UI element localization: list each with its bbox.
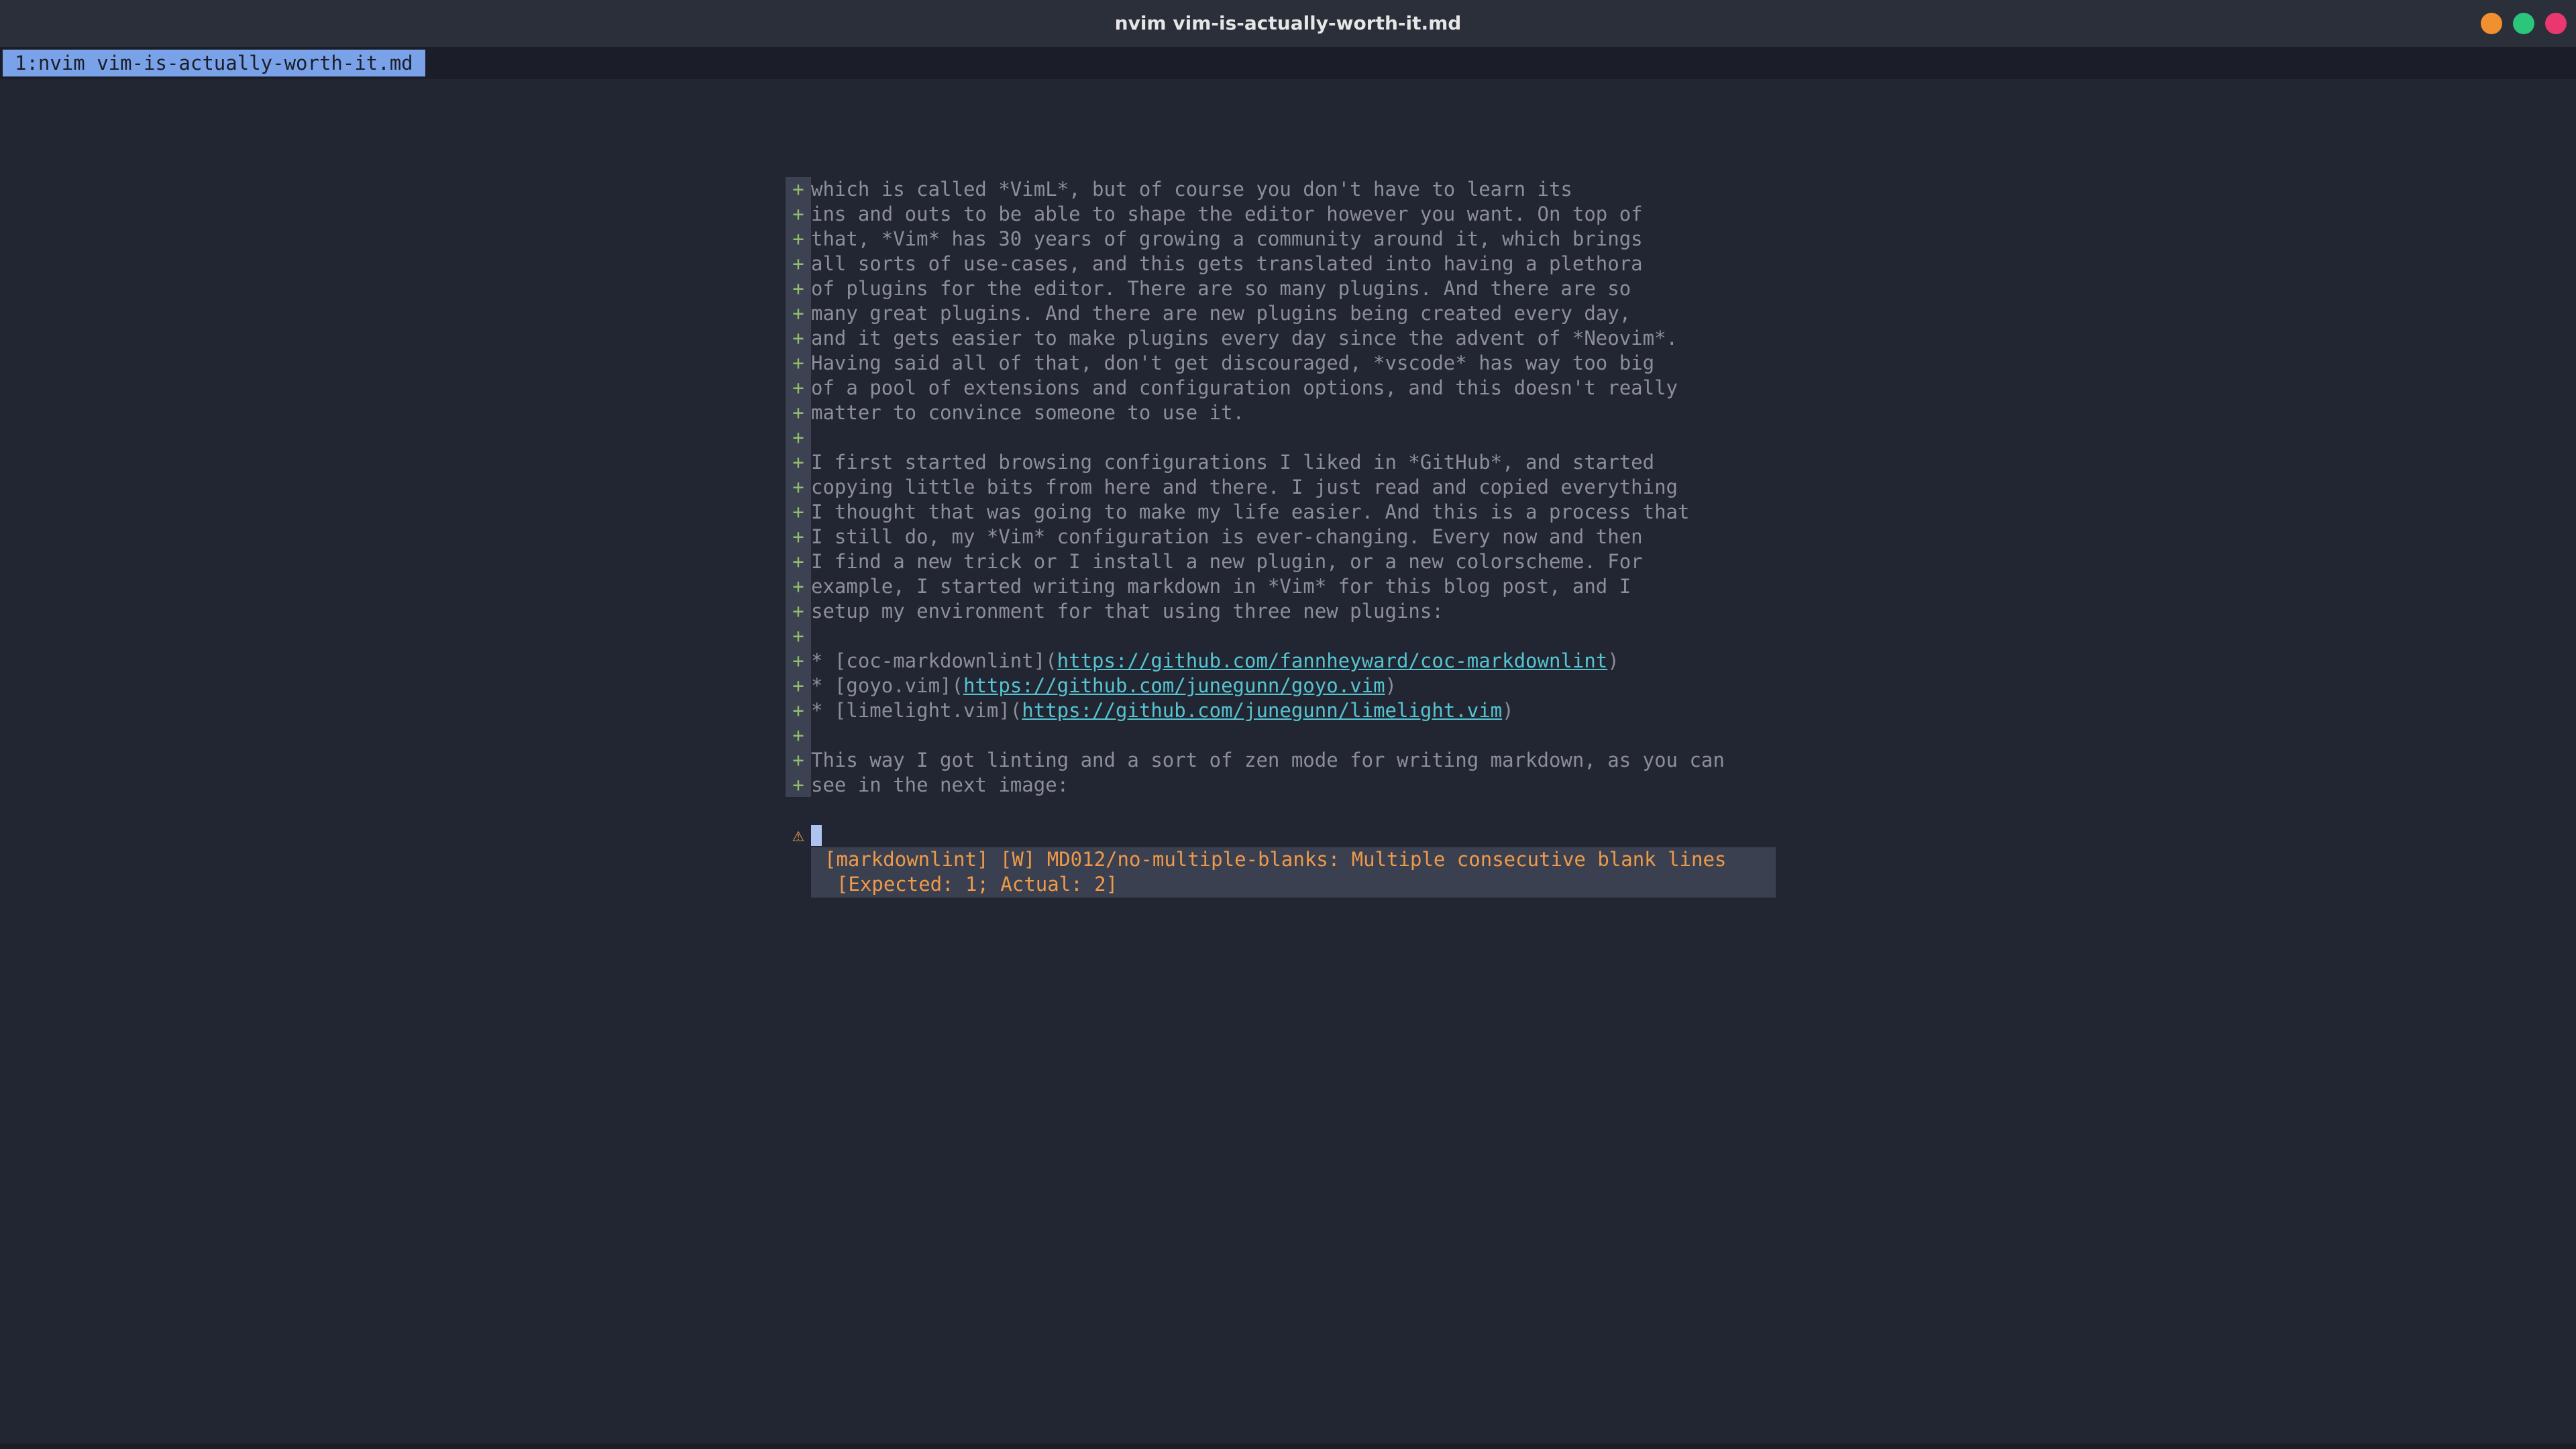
line-text: and it gets easier to make plugins every… — [811, 327, 1678, 350]
buffer-line: + that, *Vim* has 30 years of growing a c… — [786, 227, 1642, 252]
line-text: many great plugins. And there are new pl… — [811, 302, 1631, 325]
git-added-sign: + — [792, 600, 804, 623]
line-text: I find a new trick or I install a new pl… — [811, 550, 1643, 573]
link-prefix: * [coc-markdownlint]( — [811, 649, 1057, 672]
buffer-line: + * [coc-markdownlint](https://github.co… — [786, 649, 1619, 674]
git-added-sign: + — [792, 674, 804, 697]
git-added-sign: + — [792, 302, 804, 325]
git-added-sign: + — [792, 227, 804, 250]
buffer-line: + — [786, 624, 833, 649]
line-text: I first started browsing configurations … — [811, 451, 1655, 474]
link-suffix: ) — [1607, 649, 1619, 672]
line-text: of a pool of extensions and configuratio… — [811, 376, 1678, 399]
link-prefix: * [goyo.vim]( — [811, 674, 963, 697]
line-text: of plugins for the editor. There are so … — [811, 277, 1631, 300]
cursor-line[interactable]: ⚠ — [786, 822, 833, 847]
editor-buffer[interactable]: + which is called *VimL*, but of course y… — [786, 177, 1725, 847]
diagnostic-message: [markdownlint] [W] MD012/no-multiple-bla… — [824, 848, 1727, 871]
git-added-sign: + — [792, 203, 804, 225]
plugin-link[interactable]: https://github.com/junegunn/limelight.vi… — [1022, 699, 1502, 722]
git-added-sign: + — [792, 625, 804, 647]
buffer-line: + example, I started writing markdown in … — [786, 574, 1631, 599]
buffer-line: + Having said all of that, don't get disc… — [786, 351, 1654, 376]
git-added-sign: + — [792, 277, 804, 300]
list-item-plugin: * [goyo.vim](https://github.com/junegunn… — [811, 674, 1397, 698]
buffer-text: + which is called *VimL*, but of course y… — [786, 177, 1689, 649]
git-added-sign: + — [792, 252, 804, 275]
link-suffix: ) — [1502, 699, 1514, 722]
close-button[interactable] — [2545, 13, 2567, 34]
buffer-line: + * [goyo.vim](https://github.com/junegu… — [786, 674, 1397, 698]
buffer-line: + ins and outs to be able to shape the ed… — [786, 202, 1642, 227]
buffer-line-empty — [786, 798, 833, 822]
list-item-plugin: * [limelight.vim](https://github.com/jun… — [811, 698, 1514, 723]
git-added-sign: + — [792, 773, 804, 796]
line-text: see in the next image: — [811, 773, 1069, 796]
tabline: 1:nvim vim-is-actually-worth-it.md — [0, 48, 2576, 79]
buffer-line: + I still do, my *Vim* configuration is e… — [786, 525, 1642, 549]
git-added-sign: + — [792, 476, 804, 498]
line-text: setup my environment for that using thre… — [811, 600, 1444, 623]
git-added-sign: + — [792, 178, 804, 201]
buffer-line: + This way I got linting and a sort of ze… — [786, 748, 1725, 773]
link-suffix: ) — [1385, 674, 1397, 697]
buffer-line: + * [limelight.vim](https://github.com/j… — [786, 698, 1513, 723]
window-title: nvim vim-is-actually-worth-it.md — [1114, 12, 1462, 34]
git-added-sign: + — [792, 451, 804, 474]
git-added-sign: + — [792, 724, 804, 747]
buffer-line: + setup my environment for that using thr… — [786, 599, 1444, 624]
buffer-line: + matter to convince someone to use it. — [786, 400, 1244, 425]
line-text: I thought that was going to make my life… — [811, 500, 1690, 523]
list-item-plugin: * [coc-markdownlint](https://github.com/… — [811, 649, 1619, 674]
git-added-sign: + — [792, 575, 804, 598]
buffer-line: + all sorts of use-cases, and this gets t… — [786, 252, 1642, 276]
text-cursor — [811, 825, 822, 846]
buffer-line: + I thought that was going to make my lif… — [786, 500, 1689, 525]
buffer-line: + of a pool of extensions and configurati… — [786, 376, 1678, 400]
line-text: copying little bits from here and there.… — [811, 476, 1678, 498]
line-text: which is called *VimL*, but of course yo… — [811, 178, 1572, 201]
bottom-border — [0, 1444, 2576, 1449]
git-added-sign: + — [792, 749, 804, 771]
plugin-link[interactable]: https://github.com/fannheyward/coc-markd… — [1057, 649, 1608, 672]
line-text: ins and outs to be able to shape the edi… — [811, 203, 1643, 225]
git-added-sign: + — [792, 699, 804, 722]
diagnostic-detail: [Expected: 1; Actual: 2] — [837, 873, 1118, 896]
buffer-line: + copying little bits from here and there… — [786, 475, 1678, 500]
line-text: I still do, my *Vim* configuration is ev… — [811, 525, 1643, 548]
git-added-sign: + — [792, 327, 804, 350]
buffer-line: + I find a new trick or I install a new p… — [786, 549, 1642, 574]
tab-nvim[interactable]: 1:nvim vim-is-actually-worth-it.md — [3, 50, 425, 76]
line-text: matter to convince someone to use it. — [811, 401, 1245, 424]
line-text: all sorts of use-cases, and this gets tr… — [811, 252, 1643, 275]
buffer-line: + many great plugins. And there are new p… — [786, 301, 1631, 326]
warning-icon: ⚠ — [792, 823, 804, 846]
git-added-sign: + — [792, 376, 804, 399]
git-added-sign: + — [792, 649, 804, 672]
buffer-text-after: + + This way I got linting and a sort of z… — [786, 723, 1725, 798]
line-text: Having said all of that, don't get disco… — [811, 352, 1655, 374]
buffer-line: + and it gets easier to make plugins ever… — [786, 326, 1678, 351]
git-added-sign: + — [792, 550, 804, 573]
git-added-sign: + — [792, 426, 804, 449]
git-added-sign: + — [792, 352, 804, 374]
buffer-line: + which is called *VimL*, but of course y… — [786, 177, 1572, 202]
buffer-line: + — [786, 425, 833, 450]
window-titlebar: nvim vim-is-actually-worth-it.md — [0, 0, 2576, 48]
buffer-line: + — [786, 723, 833, 748]
git-added-sign: + — [792, 401, 804, 424]
buffer-line: + I first started browsing configurations… — [786, 450, 1654, 475]
minimize-button[interactable] — [2481, 13, 2502, 34]
line-text: that, *Vim* has 30 years of growing a co… — [811, 227, 1643, 250]
line-text: This way I got linting and a sort of zen… — [811, 749, 1725, 771]
plugin-link[interactable]: https://github.com/junegunn/goyo.vim — [963, 674, 1385, 697]
git-added-sign: + — [792, 500, 804, 523]
git-added-sign: + — [792, 525, 804, 548]
link-prefix: * [limelight.vim]( — [811, 699, 1022, 722]
diagnostic-float: [markdownlint] [W] MD012/no-multiple-bla… — [811, 847, 1776, 898]
buffer-line: + see in the next image: — [786, 773, 1069, 798]
maximize-button[interactable] — [2513, 13, 2534, 34]
buffer-line: + of plugins for the editor. There are so… — [786, 276, 1631, 301]
line-text: example, I started writing markdown in *… — [811, 575, 1631, 598]
